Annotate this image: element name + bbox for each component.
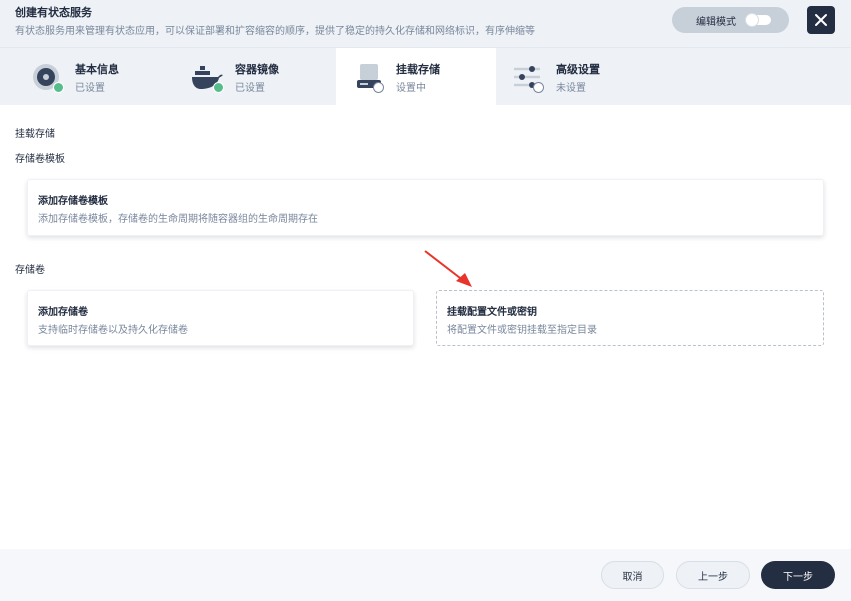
status-dot-active bbox=[373, 82, 384, 93]
previous-step-button[interactable]: 上一步 bbox=[676, 561, 750, 589]
modal-header: 创建有状态服务 有状态服务用来管理有状态应用，可以保证部署和扩容缩容的顺序，提供… bbox=[0, 0, 851, 47]
tab-status: 未设置 bbox=[556, 83, 586, 94]
tab-status: 已设置 bbox=[75, 83, 105, 94]
status-dot-done bbox=[53, 82, 64, 93]
close-button[interactable] bbox=[807, 6, 835, 34]
toggle-switch[interactable] bbox=[745, 13, 771, 27]
edit-mode-label: 编辑模式 bbox=[696, 16, 736, 28]
annotation-arrow-icon bbox=[424, 250, 472, 287]
section-heading: 挂载存储 bbox=[15, 129, 55, 140]
tab-advanced-settings[interactable]: 高级设置 未设置 bbox=[496, 48, 656, 106]
tab-container-image[interactable]: 容器镜像 已设置 bbox=[160, 48, 320, 106]
tab-label: 基本信息 bbox=[75, 63, 119, 76]
tab-mount-storage[interactable]: 挂载存储 设置中 bbox=[336, 48, 496, 106]
modal-footer: 取消 上一步 下一步 bbox=[0, 549, 851, 601]
cancel-button[interactable]: 取消 bbox=[601, 561, 664, 589]
tab-status: 已设置 bbox=[235, 83, 265, 94]
add-volume-card[interactable]: 添加存储卷 支持临时存储卷以及持久化存储卷 bbox=[27, 290, 414, 346]
mount-config-or-secret-card[interactable]: 挂载配置文件或密钥 将配置文件或密钥挂载至指定目录 bbox=[436, 290, 824, 346]
card-desc: 添加存储卷模板，存储卷的生命周期将随容器组的生命周期存在 bbox=[38, 214, 318, 225]
next-step-button[interactable]: 下一步 bbox=[761, 561, 835, 589]
status-dot-todo bbox=[533, 82, 544, 93]
card-title: 添加存储卷模板 bbox=[38, 196, 108, 207]
tab-status: 设置中 bbox=[396, 83, 426, 94]
tab-basic-info[interactable]: 基本信息 已设置 bbox=[0, 48, 160, 106]
card-desc: 支持临时存储卷以及持久化存储卷 bbox=[38, 325, 188, 336]
template-section-title: 存储卷模板 bbox=[15, 154, 65, 165]
close-icon bbox=[815, 14, 827, 26]
tab-label: 高级设置 bbox=[556, 63, 600, 76]
step-tabs: 基本信息 已设置 容器镜像 已设置 挂载存储 设置中 高级设置 未设置 bbox=[0, 47, 851, 106]
status-dot-done bbox=[213, 82, 224, 93]
volume-section-title: 存储卷 bbox=[15, 265, 45, 276]
tab-label: 挂载存储 bbox=[396, 63, 440, 76]
page-subtitle: 有状态服务用来管理有状态应用，可以保证部署和扩容缩容的顺序，提供了稳定的持久化存… bbox=[15, 26, 535, 37]
page-title: 创建有状态服务 bbox=[15, 6, 92, 19]
edit-mode-toggle[interactable]: 编辑模式 bbox=[672, 7, 789, 33]
card-desc: 将配置文件或密钥挂载至指定目录 bbox=[447, 325, 597, 336]
card-title: 添加存储卷 bbox=[38, 307, 88, 318]
add-volume-template-card[interactable]: 添加存储卷模板 添加存储卷模板，存储卷的生命周期将随容器组的生命周期存在 bbox=[27, 179, 824, 236]
card-title: 挂载配置文件或密钥 bbox=[447, 307, 537, 318]
toggle-knob bbox=[745, 13, 759, 27]
tab-label: 容器镜像 bbox=[235, 63, 279, 76]
